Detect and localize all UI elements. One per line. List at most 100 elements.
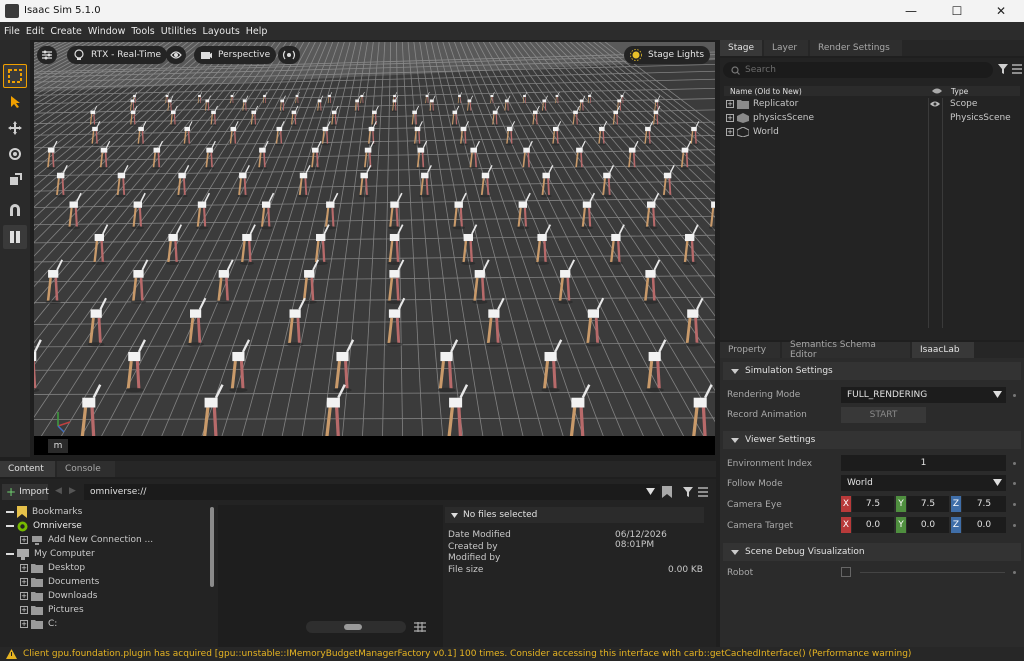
reset-dot[interactable] — [1013, 482, 1016, 485]
import-button[interactable]: + Import — [2, 484, 49, 500]
tree-scrollbar[interactable] — [210, 507, 214, 587]
tree-item-downloads[interactable]: + Downloads — [0, 589, 210, 603]
reset-dot[interactable] — [1013, 394, 1016, 397]
filter-icon[interactable] — [998, 64, 1008, 74]
tab-content[interactable]: Content — [0, 461, 55, 477]
expand-icon[interactable]: + — [726, 100, 734, 108]
camera-eye-y-field[interactable]: 7.5 — [907, 496, 949, 512]
path-input[interactable]: omniverse:// — [84, 484, 660, 500]
tab-layer[interactable]: Layer — [764, 40, 809, 56]
expand-icon[interactable]: + — [726, 128, 734, 136]
robot-debug-checkbox[interactable] — [841, 567, 851, 577]
camera-target-z-field[interactable]: 0.0 — [962, 517, 1006, 533]
expand-icon[interactable]: + — [20, 592, 28, 600]
tree-item-documents[interactable]: + Documents — [0, 575, 210, 589]
audio-button[interactable] — [278, 46, 300, 64]
filter-icon[interactable] — [683, 487, 693, 497]
reset-dot[interactable] — [1013, 462, 1016, 465]
menu-help[interactable]: Help — [246, 26, 268, 37]
tab-property[interactable]: Property — [720, 342, 780, 358]
close-button[interactable]: ✕ — [978, 0, 1024, 22]
tab-console[interactable]: Console — [57, 461, 115, 477]
viewport-scene[interactable] — [34, 42, 715, 455]
collapse-icon[interactable] — [6, 553, 14, 555]
expand-icon[interactable]: + — [20, 536, 28, 544]
bookmark-icon[interactable] — [662, 486, 672, 498]
stage-lights-button[interactable]: Stage Lights — [624, 46, 711, 64]
grid-scroll-thumb[interactable] — [344, 624, 362, 630]
reset-dot[interactable] — [1013, 524, 1016, 527]
scene-debug-header[interactable]: Scene Debug Visualization — [723, 543, 1021, 561]
viewer-settings-header[interactable]: Viewer Settings — [723, 431, 1021, 449]
title-bar: Isaac Sim 5.1.0 — ☐ ✕ — [0, 0, 1024, 22]
menu-icon[interactable] — [1012, 64, 1022, 74]
camera-target-x-field[interactable]: 0.0 — [852, 517, 894, 533]
tree-item-desktop[interactable]: + Desktop — [0, 561, 210, 575]
menu-tools[interactable]: Tools — [131, 26, 154, 37]
visibility-button[interactable] — [166, 46, 186, 64]
tab-semantics-schema-editor[interactable]: Semantics Schema Editor — [782, 340, 910, 360]
menu-edit[interactable]: Edit — [26, 26, 44, 37]
grid-scrollbar[interactable] — [306, 621, 406, 633]
tree-label: Downloads — [48, 591, 98, 601]
reset-dot[interactable] — [1013, 571, 1016, 574]
camera-button[interactable]: Perspective — [194, 46, 277, 64]
follow-mode-dropdown[interactable]: World — [841, 475, 1006, 491]
expand-icon[interactable]: + — [726, 114, 734, 122]
tab-isaaclab[interactable]: IsaacLab — [912, 342, 974, 358]
col-name[interactable]: Name (Old to New) — [730, 87, 802, 96]
stage-row-physicsscene[interactable]: + physicsScene PhysicsScene — [720, 111, 1024, 125]
collapse-icon[interactable] — [6, 511, 14, 513]
tree-item-pictures[interactable]: + Pictures — [0, 603, 210, 617]
camera-eye-z-field[interactable]: 7.5 — [962, 496, 1006, 512]
scale-tool-button[interactable] — [3, 168, 27, 192]
menu-window[interactable]: Window — [88, 26, 125, 37]
menu-file[interactable]: File — [4, 26, 20, 37]
tree-item-bookmarks[interactable]: Bookmarks — [0, 505, 210, 519]
expand-icon[interactable]: + — [20, 578, 28, 586]
snap-tool-button[interactable] — [3, 198, 27, 222]
tree-item-add-connection[interactable]: + Add New Connection ... — [0, 533, 210, 547]
stage-row-replicator[interactable]: + Replicator Scope — [720, 97, 1024, 111]
camera-target-y-field[interactable]: 0.0 — [907, 517, 949, 533]
back-arrow-icon[interactable]: ◀ — [55, 486, 62, 496]
menu-layouts[interactable]: Layouts — [203, 26, 240, 37]
viewport-settings-button[interactable] — [37, 46, 57, 64]
maximize-button[interactable]: ☐ — [934, 0, 980, 22]
rendering-mode-dropdown[interactable]: FULL_RENDERING — [841, 387, 1006, 403]
tree-item-c-drive[interactable]: + C: — [0, 617, 210, 631]
stage-row-type: Scope — [950, 99, 978, 109]
render-mode-button[interactable]: RTX - Real-Time — [67, 46, 168, 64]
tab-stage[interactable]: Stage — [720, 40, 763, 56]
tab-render-settings[interactable]: Render Settings — [810, 40, 903, 56]
expand-icon[interactable]: + — [20, 606, 28, 614]
reset-dot[interactable] — [1013, 503, 1016, 506]
rotate-tool-button[interactable] — [3, 142, 27, 166]
expand-icon[interactable]: + — [20, 564, 28, 572]
pause-button[interactable] — [3, 225, 27, 249]
col-type[interactable]: Type — [951, 87, 968, 96]
move-tool-button[interactable] — [3, 116, 27, 140]
expand-icon[interactable]: + — [20, 620, 28, 628]
stage-row-world[interactable]: + World — [720, 125, 1024, 139]
environment-index-field[interactable]: 1 — [841, 455, 1006, 471]
menu-utilities[interactable]: Utilities — [161, 26, 197, 37]
minimize-button[interactable]: — — [888, 0, 934, 22]
camera-eye-x-field[interactable]: 7.5 — [852, 496, 894, 512]
menu-create[interactable]: Create — [50, 26, 82, 37]
eye-icon[interactable] — [930, 100, 940, 108]
grid-view-icon[interactable] — [414, 622, 426, 632]
select-tool-button[interactable] — [3, 64, 27, 88]
file-grid[interactable] — [218, 505, 443, 647]
tree-item-omniverse[interactable]: Omniverse — [0, 519, 210, 533]
viewport[interactable]: RTX - Real-Time Perspective Stage Lights… — [34, 42, 715, 455]
stage-search-input[interactable]: Search — [723, 62, 993, 78]
pointer-tool-button[interactable] — [3, 90, 27, 114]
tree-item-my-computer[interactable]: My Computer — [0, 547, 210, 561]
record-start-button[interactable]: START — [841, 407, 926, 423]
chevron-down-icon — [993, 391, 1002, 398]
menu-icon[interactable] — [698, 487, 708, 497]
collapse-icon[interactable] — [6, 525, 14, 527]
simulation-settings-header[interactable]: Simulation Settings — [723, 362, 1021, 380]
forward-arrow-icon[interactable]: ▶ — [69, 486, 76, 496]
